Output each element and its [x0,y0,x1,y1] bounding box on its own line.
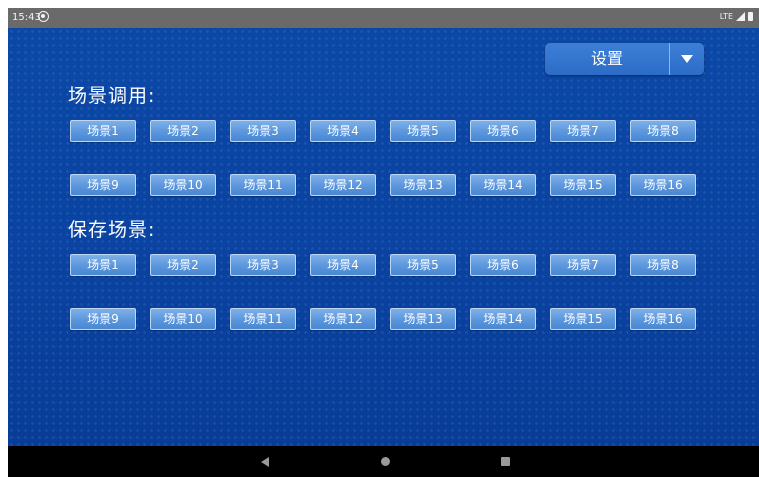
recall-scene-14-button[interactable]: 场景14 [470,174,536,196]
battery-icon [748,12,753,21]
recall-scene-6-button[interactable]: 场景6 [470,120,536,142]
recall-scene-1-button[interactable]: 场景1 [70,120,136,142]
settings-dropdown[interactable]: 设置 [545,43,704,75]
save-scene-3-button[interactable]: 场景3 [230,254,296,276]
recall-scene-11-button[interactable]: 场景11 [230,174,296,196]
network-type-label: LTE [719,12,733,21]
status-indicators: LTE [720,12,753,21]
scene-save-title: 保存场景: [68,219,156,241]
recall-scene-5-button[interactable]: 场景5 [390,120,456,142]
device-screen: 15:43 LTE 设置 场景调用: 场景1 场景2 场景3 场景4 场景5 场… [8,8,759,477]
save-scene-2-button[interactable]: 场景2 [150,254,216,276]
recall-scene-9-button[interactable]: 场景9 [70,174,136,196]
save-scene-16-button[interactable]: 场景16 [630,308,696,330]
save-scene-7-button[interactable]: 场景7 [550,254,616,276]
triangle-down-icon [681,55,693,63]
recall-scene-15-button[interactable]: 场景15 [550,174,616,196]
recall-scene-10-button[interactable]: 场景10 [150,174,216,196]
recents-icon[interactable] [501,457,510,466]
save-scene-6-button[interactable]: 场景6 [470,254,536,276]
scene-control-panel: 设置 场景调用: 场景1 场景2 场景3 场景4 场景5 场景6 场景7 场景8… [8,28,759,446]
scene-recall-row: 场景1 场景2 场景3 场景4 场景5 场景6 场景7 场景8 [70,120,710,142]
status-bar: 15:43 LTE [8,8,759,28]
status-time: 15:43 [12,12,41,23]
recall-scene-4-button[interactable]: 场景4 [310,120,376,142]
home-icon[interactable] [381,457,390,466]
save-scene-12-button[interactable]: 场景12 [310,308,376,330]
save-scene-8-button[interactable]: 场景8 [630,254,696,276]
scene-recall-title: 场景调用: [68,85,156,107]
dropdown-toggle[interactable] [669,43,704,75]
navigation-bar [8,446,759,477]
save-scene-13-button[interactable]: 场景13 [390,308,456,330]
recall-scene-3-button[interactable]: 场景3 [230,120,296,142]
recall-scene-16-button[interactable]: 场景16 [630,174,696,196]
save-scene-14-button[interactable]: 场景14 [470,308,536,330]
recall-scene-7-button[interactable]: 场景7 [550,120,616,142]
back-icon[interactable] [261,457,269,467]
scene-save-row: 场景9 场景10 场景11 场景12 场景13 场景14 场景15 场景16 [70,308,710,330]
settings-dropdown-label[interactable]: 设置 [545,43,669,75]
recall-scene-12-button[interactable]: 场景12 [310,174,376,196]
save-scene-10-button[interactable]: 场景10 [150,308,216,330]
save-scene-1-button[interactable]: 场景1 [70,254,136,276]
save-scene-4-button[interactable]: 场景4 [310,254,376,276]
signal-icon [736,12,745,21]
sync-icon [38,11,49,22]
scene-recall-row: 场景9 场景10 场景11 场景12 场景13 场景14 场景15 场景16 [70,174,710,196]
save-scene-15-button[interactable]: 场景15 [550,308,616,330]
recall-scene-8-button[interactable]: 场景8 [630,120,696,142]
save-scene-5-button[interactable]: 场景5 [390,254,456,276]
scene-save-row: 场景1 场景2 场景3 场景4 场景5 场景6 场景7 场景8 [70,254,710,276]
recall-scene-2-button[interactable]: 场景2 [150,120,216,142]
save-scene-9-button[interactable]: 场景9 [70,308,136,330]
save-scene-11-button[interactable]: 场景11 [230,308,296,330]
recall-scene-13-button[interactable]: 场景13 [390,174,456,196]
